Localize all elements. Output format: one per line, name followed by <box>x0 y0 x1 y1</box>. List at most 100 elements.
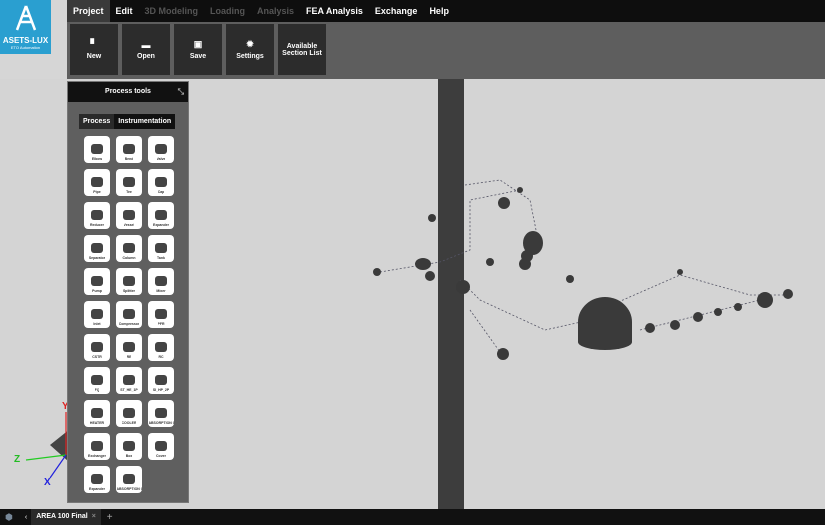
save-button[interactable]: ▣ Save <box>174 24 222 75</box>
open-button[interactable]: ▬ Open <box>122 24 170 75</box>
menu-help[interactable]: Help <box>423 0 455 22</box>
menu-exchange[interactable]: Exchange <box>369 0 424 22</box>
tool-bend[interactable]: Bend <box>116 136 142 163</box>
tool-heater[interactable]: HEATER <box>84 400 110 427</box>
tool-cover[interactable]: Cover <box>148 433 174 460</box>
equipment-icon <box>123 243 135 253</box>
ribbon-toolbar: ▘ New ▬ Open ▣ Save ✹ Settings Available Section… <box>67 22 825 79</box>
tool-label: Compressor <box>118 322 140 326</box>
panel-header[interactable]: Process tools ⤡ <box>68 82 188 102</box>
menu-project[interactable]: Project <box>67 0 110 22</box>
axis-x-label: X <box>44 477 51 488</box>
tool-reducer[interactable]: Reducer <box>84 202 110 229</box>
gear-icon: ✹ <box>246 39 254 49</box>
equipment-icon <box>91 474 103 484</box>
equipment-icon <box>91 441 103 451</box>
button-label: Settings <box>236 53 264 60</box>
tool-mixer[interactable]: Mixer <box>148 268 174 295</box>
equipment-icon <box>123 144 135 154</box>
menu-edit[interactable]: Edit <box>110 0 139 22</box>
button-label: Available Section List <box>282 42 322 57</box>
tool-exchanger[interactable]: Exchanger <box>84 433 110 460</box>
tool-expander[interactable]: Expander <box>148 202 174 229</box>
tool-cooler[interactable]: COOLER <box>116 400 142 427</box>
equipment-icon <box>91 243 103 253</box>
panel-title: Process tools <box>105 88 151 95</box>
equipment-icon <box>123 375 135 385</box>
equipment-icon <box>91 210 103 220</box>
tool-label: Tee <box>126 190 132 194</box>
save-icon: ▣ <box>193 39 203 49</box>
tool-label: Bend <box>124 157 134 161</box>
equipment-icon <box>91 342 103 352</box>
tool-pump[interactable]: Pump <box>84 268 110 295</box>
tool-rc[interactable]: RC <box>148 334 174 361</box>
folder-icon: ▬ <box>141 39 151 50</box>
tool-vessel[interactable]: Vessel <box>116 202 142 229</box>
tool-pipe[interactable]: Pipe <box>84 169 110 196</box>
tool-box[interactable]: Box <box>116 433 142 460</box>
column-structure <box>438 79 464 509</box>
tool-label: Column <box>122 256 136 260</box>
tool-pfr[interactable]: PFR <box>148 301 174 328</box>
tool-st_he_1p[interactable]: ST_HE_1P <box>116 367 142 394</box>
equipment-icon <box>91 375 103 385</box>
equipment-icon <box>91 408 103 418</box>
equipment-icon <box>155 210 167 220</box>
tool-tee[interactable]: Tee <box>116 169 142 196</box>
tool-grid: Elbow Bend Valve Pipe Tee Cap Reducer Vessel Exp… <box>84 136 188 493</box>
tool-label: Mixer <box>156 289 166 293</box>
equipment-icon <box>91 144 103 154</box>
tool-cap[interactable]: Cap <box>148 169 174 196</box>
tool-cstr[interactable]: CSTR <box>84 334 110 361</box>
tool-label: Tank <box>157 256 165 260</box>
close-tab-icon[interactable]: × <box>92 513 96 520</box>
tool-splitter[interactable]: Splitter <box>116 268 142 295</box>
tool-label: PFR <box>157 322 165 326</box>
menu-fea-analysis[interactable]: FEA Analysis <box>300 0 369 22</box>
new-button[interactable]: ▘ New <box>70 24 118 75</box>
button-label: Save <box>189 53 207 60</box>
tool-column[interactable]: Column <box>116 235 142 262</box>
tool-label: ABSORPTION COLUMN <box>148 421 174 425</box>
equipment-icon <box>155 243 167 253</box>
equipment-icon <box>155 408 167 418</box>
button-label: Open <box>137 52 155 60</box>
logo-icon <box>15 5 36 31</box>
tool-re[interactable]: RE <box>116 334 142 361</box>
equipment-icon <box>123 276 135 286</box>
menu-bar: Project Edit 3D Modeling Loading Analysis FEA… <box>67 0 825 22</box>
tool-label: HEATER <box>89 421 105 425</box>
equipment-icon <box>123 441 135 451</box>
tab-process[interactable]: Process <box>79 114 115 129</box>
tool-expander[interactable]: Expander <box>84 466 110 493</box>
tool-label: SI_HP_2P <box>152 388 170 392</box>
tool-valve[interactable]: Valve <box>148 136 174 163</box>
tool-compressor[interactable]: Compressor <box>116 301 142 328</box>
document-tab[interactable]: AREA 100 Final × <box>31 509 101 525</box>
back-button[interactable]: ‹ <box>25 514 27 521</box>
tool-elbow[interactable]: Elbow <box>84 136 110 163</box>
settings-button[interactable]: ✹ Settings <box>226 24 274 75</box>
collapse-icon[interactable]: ⤡ <box>178 82 184 102</box>
equipment-icon <box>123 309 135 319</box>
cube-icon[interactable]: ⬢ <box>5 512 13 523</box>
tool-label: COOLER <box>121 421 137 425</box>
equipment-icon <box>155 276 167 286</box>
tool-label: Reducer <box>89 223 104 227</box>
tool-separator[interactable]: Separator <box>84 235 110 262</box>
equipment-icon <box>123 210 135 220</box>
add-tab-button[interactable]: + <box>107 512 113 523</box>
tool-absorption-column[interactable]: ABSORPTION COLUMN <box>116 466 142 493</box>
tab-instrumentation[interactable]: Instrumentation <box>114 114 176 129</box>
tool-label: Vessel <box>123 223 135 227</box>
equipment-icon <box>155 144 167 154</box>
tool-tank[interactable]: Tank <box>148 235 174 262</box>
available-section-list-button[interactable]: Available Section List <box>278 24 326 75</box>
tool-label: RC <box>158 355 164 359</box>
tool-fq[interactable]: FQ <box>84 367 110 394</box>
tool-si_hp_2p[interactable]: SI_HP_2P <box>148 367 174 394</box>
tool-inlet[interactable]: Inlet <box>84 301 110 328</box>
tool-absorption-column[interactable]: ABSORPTION COLUMN <box>148 400 174 427</box>
axis-z-label: Z <box>14 454 21 465</box>
